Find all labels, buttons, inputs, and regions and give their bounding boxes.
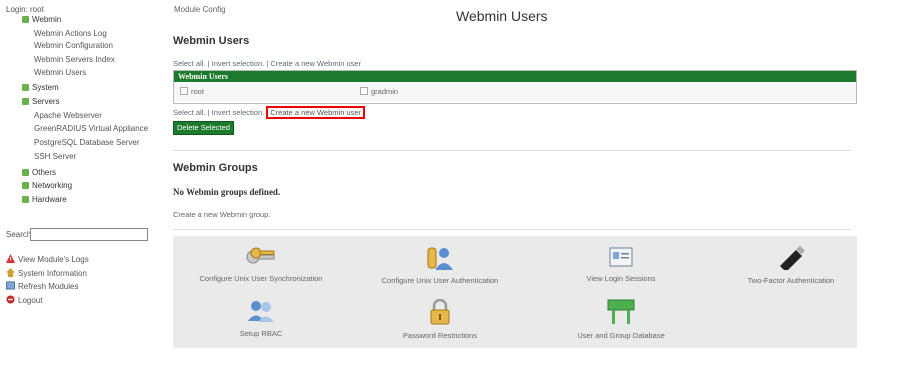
others-category-icon: [22, 169, 29, 176]
system-category-icon: [22, 84, 29, 91]
networking-category-icon: [22, 182, 29, 189]
no-groups-message: No Webmin groups defined.: [173, 187, 281, 197]
house-icon: [6, 268, 15, 277]
sidebar-category-servers[interactable]: Servers: [22, 96, 60, 107]
tile-unix-user-sync[interactable]: Configure Unix User Synchronization: [191, 246, 331, 283]
user-name: gradmin: [371, 87, 399, 96]
sidebar-item-webmin-users[interactable]: Webmin Users: [34, 67, 86, 78]
sidebar-item-ssh-server[interactable]: SSH Server: [34, 151, 76, 162]
module-config-link[interactable]: Module Config: [174, 5, 226, 14]
users-top-links: Select all. | Invert selection. | Create…: [173, 59, 361, 68]
link-separator: |: [266, 59, 269, 68]
servers-category-icon: [22, 98, 29, 105]
invert-selection-link[interactable]: Invert selection.: [212, 108, 265, 117]
page-title: Webmin Users: [456, 8, 548, 24]
sidebar-item-postgresql[interactable]: PostgreSQL Database Server: [34, 137, 140, 148]
tile-two-factor[interactable]: Two-Factor Authentication: [731, 246, 851, 285]
database-sign-icon: [607, 299, 635, 324]
refresh-modules-link[interactable]: Refresh Modules: [6, 281, 78, 292]
sidebar-category-system[interactable]: System: [22, 82, 59, 93]
users-table-header: Webmin Users: [174, 71, 856, 82]
warning-icon: [6, 254, 15, 263]
usb-key-icon: [780, 246, 805, 270]
create-user-link[interactable]: Create a new Webmin user: [270, 59, 361, 68]
table-row: root gradmin: [174, 82, 856, 101]
sidebar-item-webmin-actions-log[interactable]: Webmin Actions Log: [34, 28, 107, 39]
user-gradmin-checkbox[interactable]: gradmin: [360, 87, 398, 96]
main-content: Module Config Webmin Users Webmin Users …: [172, 0, 902, 369]
sidebar-category-webmin[interactable]: Webmin: [22, 14, 61, 25]
tile-label: View Login Sessions: [586, 274, 656, 283]
users-group-icon: [248, 301, 274, 322]
users-bottom-links: Select all. | Invert selection. Create a…: [173, 106, 366, 119]
refresh-modules-label: Refresh Modules: [18, 282, 79, 291]
tile-password-restrictions[interactable]: Password Restrictions: [385, 299, 495, 340]
sidebar-category-label: System: [32, 83, 59, 92]
tile-label: User and Group Database: [577, 331, 665, 340]
sidebar-category-label: Webmin: [32, 15, 62, 24]
tile-label: Configure Unix User Synchronization: [199, 274, 323, 283]
tile-setup-rbac[interactable]: Setup RBAC: [211, 299, 311, 338]
webmin-category-icon: [22, 16, 29, 23]
sidebar-category-hardware[interactable]: Hardware: [22, 194, 67, 205]
sidebar-item-apache-webserver[interactable]: Apache Webserver: [34, 110, 102, 121]
select-all-link[interactable]: Select all.: [173, 108, 206, 117]
user-root-checkbox[interactable]: root: [180, 87, 204, 96]
view-logs-label: View Module's Logs: [18, 255, 89, 264]
tile-label: Configure Unix User Authentication: [381, 276, 499, 285]
tile-unix-user-auth[interactable]: Configure Unix User Authentication: [365, 246, 515, 285]
id-card-icon: [609, 247, 633, 267]
tile-user-group-database[interactable]: User and Group Database: [559, 299, 683, 340]
sidebar-category-label: Others: [32, 168, 57, 177]
divider: [173, 150, 851, 151]
view-logs-link[interactable]: View Module's Logs: [6, 254, 89, 265]
refresh-icon: [6, 281, 15, 290]
system-info-label: System Information: [18, 269, 87, 278]
sidebar-item-webmin-configuration[interactable]: Webmin Configuration: [34, 40, 113, 51]
sidebar-category-label: Hardware: [32, 195, 67, 204]
tile-label: Two-Factor Authentication: [747, 276, 835, 285]
module-icon-panel: Configure Unix User Synchronization Conf…: [173, 236, 857, 348]
tile-label: Setup RBAC: [239, 329, 283, 338]
padlock-icon: [430, 299, 450, 325]
link-separator: |: [207, 59, 210, 68]
keys-icon: [246, 247, 275, 264]
user-key-icon: [427, 247, 453, 270]
sidebar: Login: root Webmin Webmin Actions Log We…: [0, 0, 170, 369]
sidebar-item-greenradius[interactable]: GreenRADIUS Virtual Appliance: [34, 123, 148, 134]
logout-icon: [6, 295, 15, 304]
users-table: Webmin Users root gradmin: [173, 70, 857, 104]
link-separator: |: [207, 108, 210, 117]
logout-label: Logout: [18, 296, 43, 305]
checkbox[interactable]: [360, 87, 368, 95]
sidebar-category-networking[interactable]: Networking: [22, 180, 72, 191]
checkbox[interactable]: [180, 87, 188, 95]
tile-login-sessions[interactable]: View Login Sessions: [561, 246, 681, 283]
sidebar-category-others[interactable]: Others: [22, 167, 56, 178]
sidebar-category-label: Networking: [32, 181, 73, 190]
logout-link[interactable]: Logout: [6, 295, 42, 306]
users-heading: Webmin Users: [173, 35, 250, 47]
invert-selection-link[interactable]: Invert selection.: [212, 59, 265, 68]
create-user-link-highlighted[interactable]: Create a new Webmin user: [266, 106, 366, 119]
sidebar-category-label: Servers: [32, 97, 60, 106]
divider: [173, 229, 851, 230]
groups-heading: Webmin Groups: [173, 162, 258, 174]
create-group-link[interactable]: Create a new Webmin group.: [173, 210, 270, 219]
sidebar-item-webmin-servers-index[interactable]: Webmin Servers Index: [34, 54, 115, 65]
select-all-link[interactable]: Select all.: [173, 59, 206, 68]
tile-label: Password Restrictions: [402, 331, 478, 340]
system-info-link[interactable]: System Information: [6, 268, 87, 279]
user-name: root: [191, 87, 204, 96]
search-input[interactable]: [30, 228, 148, 241]
hardware-category-icon: [22, 196, 29, 203]
delete-selected-button[interactable]: Delete Selected: [173, 121, 234, 135]
